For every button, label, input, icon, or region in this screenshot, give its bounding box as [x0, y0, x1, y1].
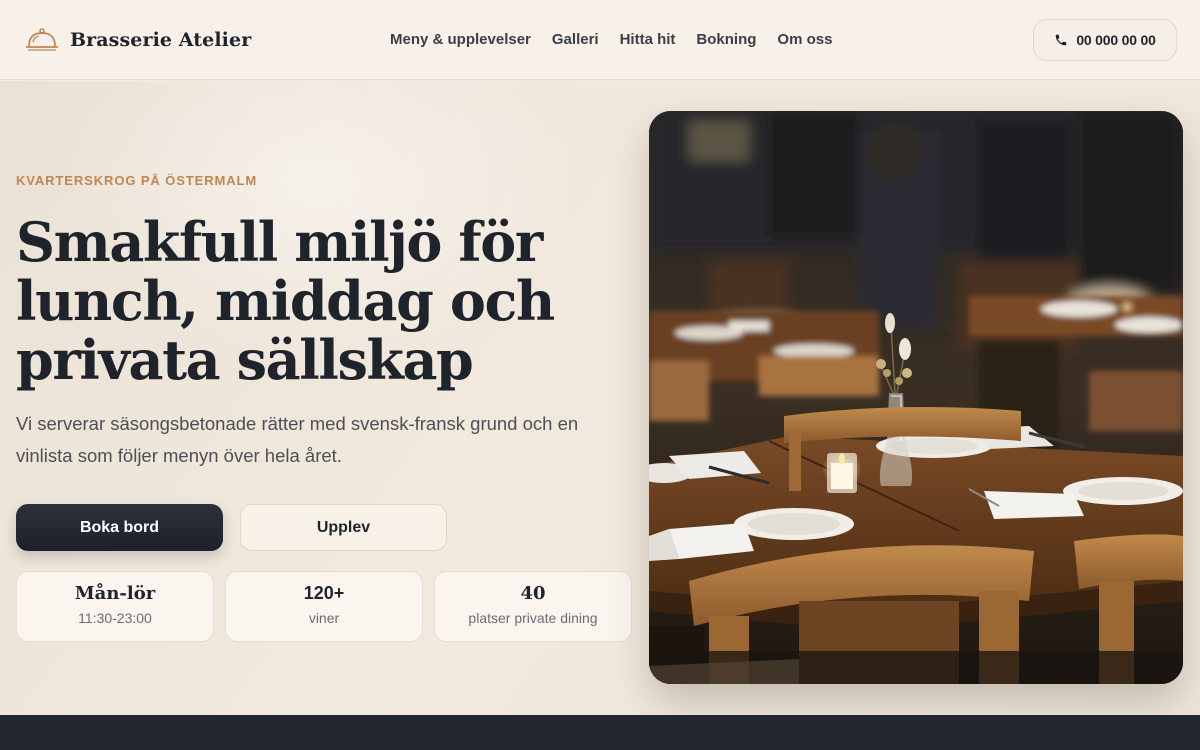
stat-card-wines: 120+ viner — [225, 571, 423, 642]
book-table-button[interactable]: Boka bord — [16, 504, 223, 551]
cloche-icon — [26, 28, 58, 51]
stat-card-private-dining: 40 platser private dining — [434, 571, 632, 642]
stat-value: 120+ — [303, 583, 345, 603]
next-section-strip — [0, 715, 1200, 750]
hero-title: Smakfull miljö för lunch, middag och pri… — [16, 210, 555, 392]
experience-button[interactable]: Upplev — [240, 504, 447, 551]
stat-label: viner — [308, 610, 340, 626]
brand-logo[interactable]: Brasserie Atelier — [24, 24, 251, 56]
stat-label: 11:30-23:00 — [78, 610, 152, 626]
stat-value: 40 — [520, 583, 546, 604]
phone-number: 00 000 00 00 — [1076, 32, 1156, 48]
hero-lead: Vi serverar säsongsbetonade rätter med s… — [16, 413, 579, 466]
restaurant-interior-image — [649, 111, 1183, 684]
nav-link-about[interactable]: Om oss — [777, 30, 832, 50]
hero-section: KVARTERSKROG PÅ ÖSTERMALM Smakfull miljö… — [0, 81, 1200, 715]
nav-link-gallery[interactable]: Galleri — [552, 30, 599, 50]
stat-card-hours: Mån-lör 11:30-23:00 — [16, 571, 214, 642]
brand-name: Brasserie Atelier — [70, 29, 252, 51]
main-nav: Meny & upplevelser Galleri Hitta hit Bok… — [390, 30, 853, 50]
nav-link-booking[interactable]: Bokning — [696, 30, 756, 50]
hero-eyebrow: KVARTERSKROG PÅ ÖSTERMALM — [16, 173, 258, 188]
stat-value: Mån-lör — [74, 583, 156, 604]
hero-photo — [649, 111, 1183, 684]
site-header: Brasserie Atelier Meny & upplevelser Gal… — [0, 0, 1200, 80]
stat-label: platser private dining — [468, 610, 598, 626]
phone-icon — [1056, 34, 1067, 46]
nav-link-directions[interactable]: Hitta hit — [620, 30, 676, 50]
phone-button[interactable]: 00 000 00 00 — [1033, 19, 1177, 61]
nav-link-menu[interactable]: Meny & upplevelser — [390, 30, 531, 50]
